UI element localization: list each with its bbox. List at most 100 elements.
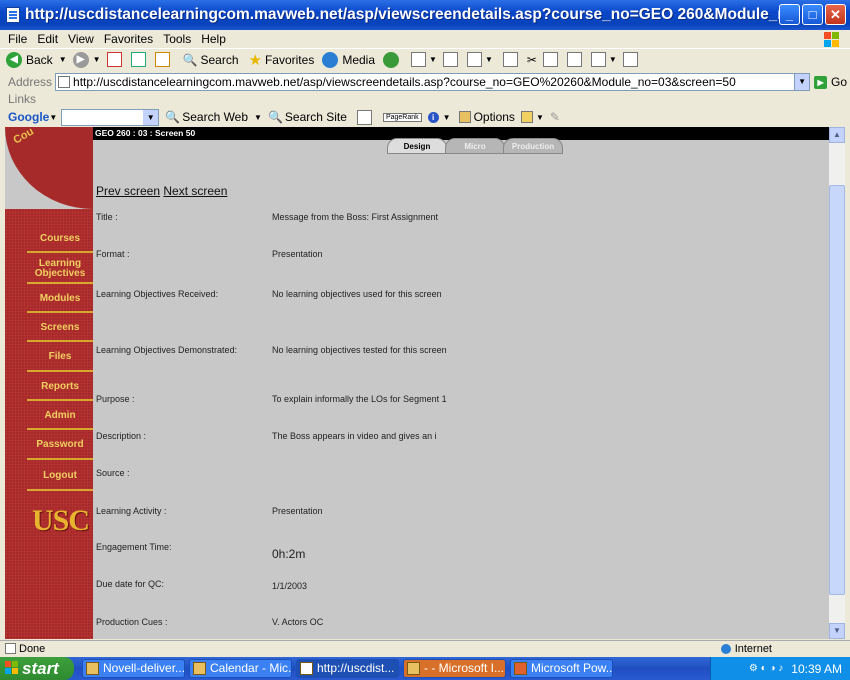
translate-button[interactable]: ▼	[590, 52, 617, 67]
google-search-input[interactable]: ▼	[61, 108, 160, 126]
back-label: Back	[26, 52, 53, 67]
news-icon	[356, 109, 372, 125]
forward-button[interactable]: ▶ ▼	[72, 51, 101, 68]
tray-icons[interactable]: ⚙ ◐ ◑ ♪	[749, 663, 783, 674]
folder-icon	[520, 111, 533, 123]
sidebar: Cou Courses Learning Objectives Modules …	[5, 127, 93, 639]
menu-view[interactable]: View	[68, 32, 94, 46]
nav-courses[interactable]: Courses	[27, 227, 93, 253]
vertical-scrollbar[interactable]: ▲ ▼	[829, 127, 845, 639]
discuss-button[interactable]	[502, 52, 521, 67]
close-button[interactable]: ✕	[825, 4, 846, 25]
field-value: 1/1/2003	[272, 581, 308, 591]
go-button[interactable]: ▶ Go	[814, 75, 847, 89]
home-button[interactable]	[154, 52, 173, 67]
research-button[interactable]	[622, 52, 641, 67]
back-button[interactable]: ◀ Back ▼	[6, 51, 67, 68]
menu-file[interactable]: File	[8, 32, 27, 46]
nav-admin[interactable]: Admin	[27, 403, 93, 430]
paste-button[interactable]	[566, 52, 585, 67]
edit-button[interactable]: ▼	[466, 52, 493, 67]
mail-icon	[411, 52, 427, 67]
ie-page-icon	[6, 7, 20, 23]
options-button[interactable]: Options	[458, 110, 515, 124]
google-menu-arrow[interactable]: ▼	[49, 113, 57, 122]
address-input[interactable]: http://uscdistancelearningcom.mavweb.net…	[55, 73, 811, 91]
nav-learning-objectives[interactable]: Learning Objectives	[27, 256, 93, 284]
globe-icon	[720, 643, 731, 654]
menu-edit[interactable]: Edit	[37, 32, 58, 46]
options-icon	[458, 111, 471, 123]
mail-button[interactable]: ▼	[411, 52, 437, 67]
back-arrow-icon: ◀	[6, 51, 22, 68]
zone-label: Internet	[734, 642, 772, 655]
scroll-thumb[interactable]	[829, 185, 845, 595]
scroll-down-button[interactable]: ▼	[829, 623, 845, 639]
cut-button[interactable]: ✂	[527, 53, 537, 67]
refresh-icon	[130, 52, 146, 67]
info-button[interactable]: i ▼	[427, 111, 451, 123]
copy-button[interactable]	[542, 52, 561, 67]
paste-icon	[566, 52, 582, 67]
window-titlebar: http://uscdistancelearningcom.mavweb.net…	[0, 0, 850, 30]
search-icon: 🔍	[182, 52, 198, 67]
taskbar-item-novell[interactable]: Novell-deliver...	[82, 659, 185, 678]
menu-favorites[interactable]: Favorites	[104, 32, 153, 46]
taskbar-item-browser[interactable]: http://uscdist...	[296, 659, 399, 678]
search-site-label: Search Site	[284, 110, 347, 124]
taskbar-item-calendar[interactable]: Calendar - Mic...	[189, 659, 292, 678]
next-screen-link[interactable]: Next screen	[163, 184, 227, 198]
search-site-icon: 🔍	[267, 110, 283, 124]
nav-logout[interactable]: Logout	[27, 462, 93, 491]
window-title: http://uscdistancelearningcom.mavweb.net…	[25, 6, 780, 23]
taskbar-item-ie-group[interactable]: - - Microsoft I...	[403, 659, 506, 678]
clock: 10:39 AM	[791, 661, 842, 676]
copy-icon	[542, 52, 558, 67]
maximize-button[interactable]: □	[802, 4, 823, 25]
scroll-up-button[interactable]: ▲	[829, 127, 845, 143]
search-web-button[interactable]: 🔍 Search Web ▼	[165, 110, 262, 124]
print-button[interactable]	[442, 52, 461, 67]
history-button[interactable]	[383, 51, 403, 68]
system-tray: ⚙ ◐ ◑ ♪ 10:39 AM	[710, 657, 850, 680]
field-label: Learning Objectives Demonstrated:	[96, 345, 238, 355]
folder-button[interactable]: ▼	[520, 111, 544, 123]
nav-password[interactable]: Password	[27, 432, 93, 460]
task-label: http://uscdist...	[317, 661, 395, 675]
field-value: No learning objectives tested for this s…	[272, 345, 447, 355]
start-button[interactable]: start	[0, 657, 74, 680]
google-search-dropdown[interactable]: ▼	[143, 109, 159, 125]
address-dropdown[interactable]: ▼	[794, 74, 810, 90]
news-button[interactable]	[356, 109, 375, 125]
star-icon: ★	[248, 51, 262, 69]
pencil-icon: ✎	[549, 110, 560, 124]
field-label: Description :	[96, 431, 147, 441]
menu-tools[interactable]: Tools	[163, 32, 191, 46]
nav-reports[interactable]: Reports	[27, 374, 93, 401]
history-icon	[383, 51, 400, 68]
menu-help[interactable]: Help	[201, 32, 226, 46]
google-logo[interactable]: Google	[8, 110, 49, 124]
nav-modules[interactable]: Modules	[27, 286, 93, 313]
highlight-button[interactable]: ✎	[550, 110, 560, 124]
nav-files[interactable]: Files	[27, 344, 93, 372]
field-label: Due date for QC:	[96, 579, 165, 589]
prev-screen-link[interactable]: Prev screen	[96, 184, 160, 198]
minimize-button[interactable]: _	[779, 4, 800, 25]
refresh-button[interactable]	[130, 52, 149, 67]
address-label: Address	[8, 75, 53, 89]
search-site-button[interactable]: 🔍 Search Site	[268, 110, 347, 124]
search-button[interactable]: 🔍 Search	[183, 53, 239, 67]
favorites-button[interactable]: ★ Favorites	[249, 51, 315, 69]
media-button[interactable]: Media	[322, 51, 375, 68]
taskbar-item-powerpoint[interactable]: Microsoft Pow...	[510, 659, 613, 678]
links-bar[interactable]: Links	[8, 92, 36, 106]
taskbar: start Novell-deliver... Calendar - Mic..…	[0, 657, 850, 680]
options-label: Options	[473, 110, 515, 124]
stop-button[interactable]	[106, 52, 125, 67]
nav-screens[interactable]: Screens	[27, 315, 93, 342]
field-value: No learning objectives used for this scr…	[272, 289, 442, 299]
pagerank-indicator[interactable]: PageRank	[382, 112, 422, 122]
field-label: Learning Activity :	[96, 506, 167, 516]
field-label: Format :	[96, 249, 130, 259]
